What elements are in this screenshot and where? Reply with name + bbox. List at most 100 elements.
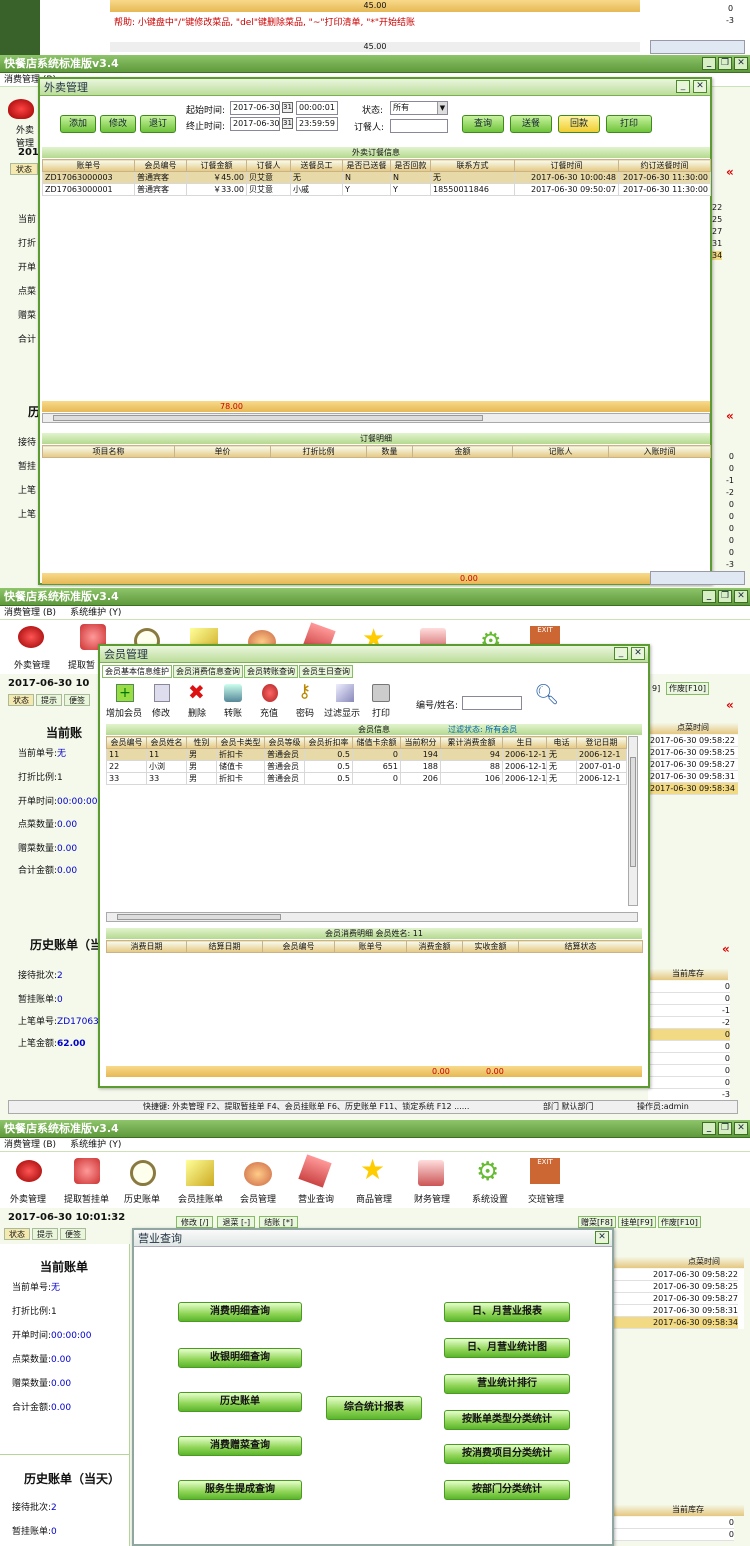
- column-header[interactable]: 会员折扣率: [304, 736, 353, 749]
- column-header[interactable]: 会员姓名: [146, 736, 187, 749]
- toolbar-label[interactable]: 外卖管理: [10, 1192, 46, 1205]
- toolbar-label[interactable]: 财务管理: [414, 1192, 450, 1205]
- restore-button[interactable]: ❐: [718, 1122, 732, 1135]
- start-date-field[interactable]: 2017-06-30: [230, 101, 280, 115]
- hold-bill-icon[interactable]: [74, 1158, 100, 1184]
- right-tab-hold-fragment[interactable]: 9]: [652, 684, 660, 693]
- takeout-icon[interactable]: [18, 626, 44, 648]
- return-tab[interactable]: 退菜 [-]: [217, 1216, 256, 1228]
- tab-transfer[interactable]: 会员转账查询: [244, 665, 298, 678]
- dialog-close-button[interactable]: ✕: [693, 80, 707, 93]
- menu-system[interactable]: 系统维护 (Y): [70, 1140, 121, 1150]
- delete-icon[interactable]: ✖: [188, 682, 205, 702]
- recharge-icon[interactable]: [262, 684, 278, 702]
- column-header[interactable]: 打折比例: [270, 445, 367, 458]
- column-header[interactable]: 会员卡类型: [216, 736, 265, 749]
- void-button[interactable]: 作废[F10]: [666, 682, 710, 695]
- column-header[interactable]: 登记日期: [576, 736, 627, 749]
- menu-system[interactable]: 系统维护 (Y): [70, 608, 121, 618]
- status-select[interactable]: 所有 ▼: [390, 101, 448, 115]
- clock-icon[interactable]: [130, 1160, 156, 1186]
- gift-query-button[interactable]: 消费赠菜查询: [178, 1436, 302, 1456]
- add-member-icon[interactable]: +: [116, 684, 134, 702]
- scroll-thumb[interactable]: [117, 914, 281, 920]
- close-button[interactable]: ✕: [734, 1122, 748, 1135]
- daily-monthly-report-button[interactable]: 日、月营业报表: [444, 1302, 570, 1322]
- column-header[interactable]: 是否回款: [390, 159, 431, 172]
- hold-button[interactable]: 挂单[F9]: [617, 1216, 656, 1228]
- toolbar-label[interactable]: 会员挂账单: [178, 1192, 223, 1205]
- department-stats-button[interactable]: 按部门分类统计: [444, 1480, 570, 1500]
- finance-icon[interactable]: [418, 1160, 444, 1186]
- column-header[interactable]: 账单号: [42, 159, 135, 172]
- delete-member-button[interactable]: 删除: [188, 706, 206, 719]
- list-item[interactable]: 2017-06-30 09:58:34: [614, 1317, 738, 1329]
- toolbar-label[interactable]: 营业查询: [298, 1192, 334, 1205]
- column-header[interactable]: 性别: [186, 736, 217, 749]
- side-tab-status[interactable]: 状态: [4, 1228, 30, 1240]
- toolbar-label[interactable]: 交班管理: [528, 1192, 564, 1205]
- minimize-button[interactable]: _: [702, 57, 716, 70]
- side-tab-notes[interactable]: 便签: [64, 694, 90, 706]
- printer-icon[interactable]: [372, 684, 390, 702]
- collapse-arrow-icon[interactable]: «: [726, 698, 734, 712]
- print-button[interactable]: 打印: [606, 115, 652, 133]
- tab-consumption[interactable]: 会员消费信息查询: [173, 665, 243, 678]
- column-header[interactable]: 当前积分: [400, 736, 441, 749]
- column-header[interactable]: 送餐员工: [290, 159, 343, 172]
- query-button[interactable]: 查询: [462, 115, 504, 133]
- dialog-minimize-button[interactable]: _: [676, 80, 690, 93]
- toolbar-label[interactable]: 系统设置: [472, 1192, 508, 1205]
- toolbar-label[interactable]: 会员管理: [240, 1192, 276, 1205]
- side-tab-status[interactable]: 状态: [8, 694, 34, 706]
- column-header[interactable]: 会员等级: [264, 736, 305, 749]
- toolbar-label[interactable]: 提取暂挂单: [64, 1192, 109, 1205]
- column-header[interactable]: 是否已送餐: [342, 159, 391, 172]
- start-time-field[interactable]: 00:00:01: [296, 101, 338, 115]
- column-header[interactable]: 联系方式: [430, 159, 515, 172]
- list-item[interactable]: 2017-06-30 09:58:22: [648, 735, 738, 747]
- search-icon[interactable]: 🔍︎: [534, 684, 559, 704]
- column-header[interactable]: 订餐时间: [514, 159, 619, 172]
- business-query-icon[interactable]: [298, 1154, 332, 1188]
- gear-icon[interactable]: ⚙: [476, 1158, 504, 1186]
- dialog-close-button[interactable]: ✕: [631, 647, 645, 660]
- takeout-toolbar-icon[interactable]: 外卖管理: [4, 95, 40, 149]
- column-header[interactable]: 生日: [502, 736, 547, 749]
- collapse-arrow-icon[interactable]: «: [726, 409, 734, 423]
- column-header[interactable]: 订餐人: [246, 159, 291, 172]
- side-tab-status[interactable]: 状态: [10, 163, 38, 175]
- close-button[interactable]: ✕: [734, 57, 748, 70]
- list-item[interactable]: 2017-06-30 09:58:27: [614, 1293, 738, 1305]
- filter-icon[interactable]: [336, 684, 354, 702]
- column-header[interactable]: 账单号: [334, 940, 407, 953]
- cashier-detail-query-button[interactable]: 收银明细查询: [178, 1348, 302, 1368]
- side-tab-tips[interactable]: 提示: [36, 694, 62, 706]
- exit-icon[interactable]: EXIT: [530, 1158, 560, 1184]
- orderer-input[interactable]: [390, 119, 448, 133]
- modify-tab[interactable]: 修改 [/]: [176, 1216, 214, 1228]
- minimize-button[interactable]: _: [702, 1122, 716, 1135]
- ime-bar[interactable]: [650, 571, 745, 585]
- add-button[interactable]: 添加: [60, 115, 96, 133]
- table-row[interactable]: ZD17063000001 普通宾客 ￥33.00 贝艾意 小戚 Y Y 185…: [42, 183, 711, 196]
- column-header[interactable]: 结算日期: [186, 940, 263, 953]
- bill-type-stats-button[interactable]: 按账单类型分类统计: [444, 1410, 570, 1430]
- dialog-minimize-button[interactable]: _: [614, 647, 628, 660]
- side-tab-notes[interactable]: 便签: [60, 1228, 86, 1240]
- column-header[interactable]: 订餐金额: [186, 159, 247, 172]
- takeout-icon[interactable]: [16, 1160, 42, 1182]
- gift-button[interactable]: 赠菜[F8]: [578, 1216, 616, 1228]
- member-hscroll[interactable]: [106, 912, 638, 922]
- minimize-button[interactable]: _: [702, 590, 716, 603]
- toolbar-label[interactable]: 外卖管理: [14, 658, 50, 671]
- column-header[interactable]: 记账人: [512, 445, 609, 458]
- column-header[interactable]: 实收金额: [462, 940, 519, 953]
- table-row[interactable]: ZD17063000003 普通宾客 ￥45.00 贝艾意 无 N N 无 20…: [42, 171, 711, 184]
- column-header[interactable]: 约订送餐时间: [618, 159, 711, 172]
- ranking-button[interactable]: 营业统计排行: [444, 1374, 570, 1394]
- end-time-field[interactable]: 23:59:59: [296, 117, 338, 131]
- calendar-icon[interactable]: 31: [282, 102, 293, 113]
- collapse-arrow-icon[interactable]: «: [722, 942, 730, 956]
- toolbar-label[interactable]: 商品管理: [356, 1192, 392, 1205]
